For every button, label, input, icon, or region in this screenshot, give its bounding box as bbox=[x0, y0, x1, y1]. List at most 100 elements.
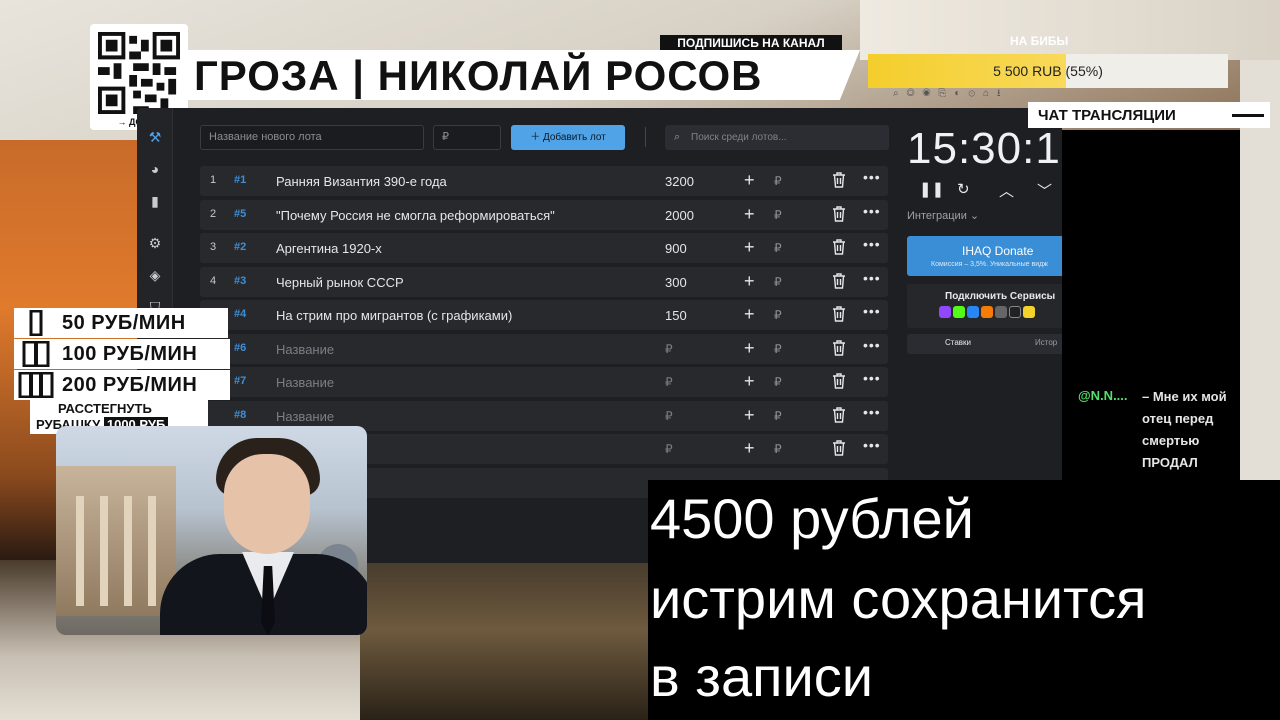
bid-amount-input[interactable]: ₽ bbox=[774, 174, 782, 188]
add-bid-plus-icon[interactable]: + bbox=[744, 405, 755, 426]
delete-trash-icon[interactable] bbox=[832, 272, 846, 289]
bid-amount-input[interactable]: ₽ bbox=[774, 308, 782, 322]
add-bid-plus-icon[interactable]: + bbox=[744, 170, 755, 191]
settings-gear-icon[interactable]: ⚙ bbox=[146, 234, 164, 252]
lot-amount-placeholder[interactable]: ₽ bbox=[665, 409, 673, 423]
subscribe-banner: ПОДПИШИСЬ НА КАНАЛ bbox=[660, 35, 842, 51]
lot-id: #5 bbox=[234, 207, 247, 220]
lot-id: #3 bbox=[234, 274, 247, 287]
lot-name[interactable]: Черный рынок СССР bbox=[276, 275, 404, 290]
lot-amount: 3200 bbox=[665, 174, 694, 189]
search-placeholder: Поиск среди лотов... bbox=[691, 132, 787, 143]
delete-trash-icon[interactable] bbox=[832, 373, 846, 389]
more-options-icon[interactable]: ••• bbox=[863, 437, 881, 453]
offer-line-1: РАССТЕГНУТЬ bbox=[58, 401, 152, 416]
bid-amount-input[interactable]: ₽ bbox=[774, 375, 782, 389]
more-options-icon[interactable]: ••• bbox=[863, 337, 881, 353]
price-row-1: 50 РУБ/МИН bbox=[14, 308, 228, 338]
lot-id: #6 bbox=[234, 341, 247, 354]
bid-amount-input[interactable]: ₽ bbox=[774, 275, 782, 289]
donate-subtitle: Комиссия – 3,5%. Уникальные видж bbox=[931, 261, 1048, 268]
pie-chart-icon[interactable]: ◕ bbox=[146, 160, 164, 178]
new-lot-price-input[interactable]: ₽ bbox=[433, 125, 501, 150]
integrations-dropdown[interactable]: Интеграции ⌄ bbox=[907, 209, 979, 222]
delete-trash-icon[interactable] bbox=[832, 205, 846, 222]
vk-icon[interactable] bbox=[967, 306, 979, 318]
lot-amount-placeholder[interactable]: ₽ bbox=[665, 375, 673, 389]
service-icons bbox=[939, 306, 1035, 320]
more-options-icon[interactable]: ••• bbox=[863, 404, 881, 420]
lot-id: #1 bbox=[234, 174, 247, 186]
add-bid-plus-icon[interactable]: + bbox=[744, 338, 755, 359]
chevron-up-icon[interactable]: ︿ bbox=[999, 180, 1014, 201]
tab-bids[interactable]: Ставки bbox=[945, 338, 971, 347]
delete-trash-icon[interactable] bbox=[832, 440, 846, 456]
more-options-icon[interactable]: ••• bbox=[863, 236, 881, 252]
reset-icon[interactable]: ↻ bbox=[957, 180, 970, 198]
add-bid-plus-icon[interactable]: + bbox=[744, 371, 755, 392]
lot-search-input[interactable]: ⌕ Поиск среди лотов... bbox=[665, 125, 889, 150]
bar-chart-icon[interactable]: ▮ bbox=[146, 192, 164, 210]
lot-name-placeholder[interactable]: Название bbox=[276, 409, 334, 424]
bid-amount-input[interactable]: ₽ bbox=[774, 342, 782, 356]
add-bid-plus-icon[interactable]: + bbox=[744, 271, 755, 292]
subtitle-line-3: в записи bbox=[650, 645, 874, 708]
lot-name[interactable]: "Почему Россия не смогла реформироваться… bbox=[276, 208, 555, 223]
lot-name[interactable]: Ранняя Византия 390-е года bbox=[276, 174, 447, 189]
lot-id: #8 bbox=[234, 408, 247, 421]
more-options-icon[interactable]: ••• bbox=[863, 370, 881, 386]
bid-amount-input[interactable]: ₽ bbox=[774, 442, 782, 456]
donationalerts-icon[interactable] bbox=[981, 306, 993, 318]
lot-id: #4 bbox=[234, 308, 247, 320]
ihaq-donate-card[interactable]: IHAQ Donate Комиссия – 3,5%. Уникальные … bbox=[907, 236, 1062, 276]
roman-three-icon bbox=[18, 372, 54, 398]
gavel-icon[interactable]: ⚒ bbox=[146, 128, 164, 146]
lot-name[interactable]: На стрим про мигрантов (с графиками) bbox=[276, 308, 512, 323]
lot-row: 3 #2 Аргентина 1920-х 900 + ₽ ••• bbox=[200, 233, 888, 263]
twitch-icon[interactable] bbox=[939, 306, 951, 318]
lot-position: 2 bbox=[210, 207, 217, 220]
x-icon[interactable] bbox=[1009, 306, 1021, 318]
delete-trash-icon[interactable] bbox=[832, 406, 846, 423]
layers-icon[interactable]: ◈ bbox=[146, 266, 164, 284]
webcam-feed bbox=[56, 426, 367, 635]
add-bid-plus-icon[interactable]: + bbox=[744, 304, 755, 325]
more-options-icon[interactable]: ••• bbox=[863, 303, 881, 319]
price-3: 200 РУБ/МИН bbox=[62, 374, 198, 396]
chat-header: ЧАТ ТРАНСЛЯЦИИ bbox=[1028, 102, 1270, 128]
lot-name-placeholder[interactable]: Название bbox=[276, 342, 334, 357]
lot-row: 2 #5 "Почему Россия не смогла реформиров… bbox=[200, 199, 888, 230]
tab-history[interactable]: Истор bbox=[1035, 338, 1057, 347]
lot-name-placeholder[interactable]: Название bbox=[276, 375, 334, 390]
connect-services-card[interactable]: Подключить Сервисы bbox=[907, 284, 1062, 328]
new-lot-name-input[interactable]: Название нового лота bbox=[200, 125, 424, 150]
bid-amount-input[interactable]: ₽ bbox=[774, 241, 782, 255]
service-icon[interactable] bbox=[1023, 306, 1035, 318]
add-bid-plus-icon[interactable]: + bbox=[744, 237, 755, 258]
bids-history-tabs: Ставки Истор bbox=[907, 334, 1062, 354]
chevron-down-icon[interactable]: ﹀ bbox=[1037, 180, 1052, 201]
more-options-icon[interactable]: ••• bbox=[863, 203, 881, 219]
lot-name[interactable]: Аргентина 1920-х bbox=[276, 241, 382, 256]
service-icon[interactable] bbox=[995, 306, 1007, 318]
kick-icon[interactable] bbox=[953, 306, 965, 318]
lot-amount-placeholder[interactable]: ₽ bbox=[665, 442, 673, 456]
bid-amount-input[interactable]: ₽ bbox=[774, 409, 782, 423]
delete-trash-icon[interactable] bbox=[832, 172, 846, 188]
delete-trash-icon[interactable] bbox=[832, 239, 846, 255]
add-lot-button[interactable]: ＋ Добавить лот bbox=[511, 125, 625, 150]
more-options-icon[interactable]: ••• bbox=[863, 270, 881, 286]
add-bid-plus-icon[interactable]: + bbox=[744, 204, 755, 225]
delete-trash-icon[interactable] bbox=[832, 339, 846, 356]
delete-trash-icon[interactable] bbox=[832, 306, 846, 322]
chevron-down-icon: ⌄ bbox=[969, 210, 980, 222]
lot-id: #2 bbox=[234, 241, 247, 253]
bid-amount-input[interactable]: ₽ bbox=[774, 208, 782, 222]
donate-title: IHAQ Donate bbox=[962, 244, 1034, 258]
add-bid-plus-icon[interactable]: + bbox=[744, 438, 755, 459]
lot-amount: 150 bbox=[665, 308, 687, 323]
more-options-icon[interactable]: ••• bbox=[863, 169, 881, 185]
pause-icon[interactable]: ❚❚ bbox=[919, 180, 944, 198]
price-1: 50 РУБ/МИН bbox=[62, 312, 186, 334]
lot-amount-placeholder[interactable]: ₽ bbox=[665, 342, 673, 356]
